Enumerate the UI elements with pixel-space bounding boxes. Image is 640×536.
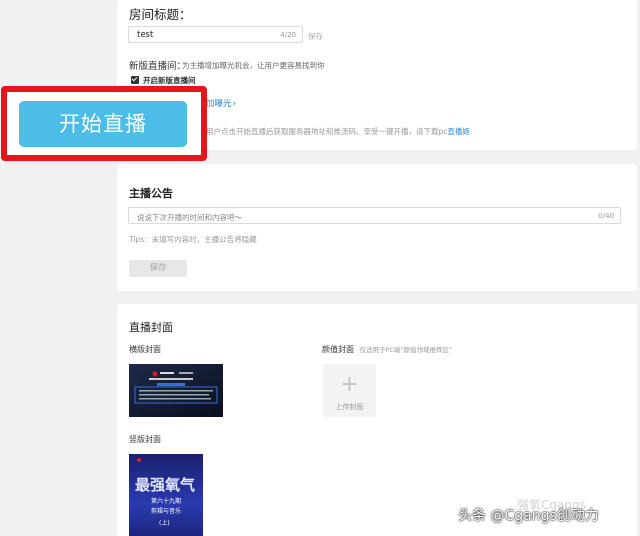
room-title-value: test [137, 30, 154, 40]
upload-cover-button[interactable]: + 上传封面 [323, 364, 376, 417]
announcement-count: 0/40 [598, 212, 614, 220]
start-help-text: 用户点击开始直播后获取服务器地址和推流码。享受一键开播，请下载pc直播姬 [206, 126, 470, 137]
plus-icon: + [340, 372, 359, 397]
beauty-cover-title: 颜值封面 [322, 345, 354, 354]
vertical-cover-image[interactable]: 最强氧气 第六十九期 剪辑与音乐 (上) [129, 454, 203, 536]
live-app-link[interactable]: 直播姬 [447, 127, 470, 136]
announcement-tips: Tips：未填写内容时，主播公告将隐藏 [129, 235, 257, 244]
room-title-label: 房间标题： [129, 7, 192, 22]
vertical-cover-art-sub1: 第六十九期 [151, 498, 182, 505]
room-title-save-link[interactable]: 保存 [308, 31, 323, 42]
horizontal-cover-image[interactable] [129, 364, 223, 417]
announcement-card: 主播公告 说说下次开播的时间和内容吧～ 0/40 Tips：未填写内容时，主播公… [117, 164, 637, 291]
cover-title: 直播封面 [129, 321, 173, 334]
announcement-input[interactable]: 说说下次开播的时间和内容吧～ 0/40 [128, 207, 621, 224]
vertical-cover-art-sub3: (上) [159, 520, 170, 527]
new-live-desc: 为主播增加曝光机会，让用户更容易找到你 [182, 61, 325, 70]
announcement-save-button[interactable]: 保存 [129, 260, 187, 277]
beauty-cover-label: 颜值封面 仅适用于PC端"颜值领域推荐区" [322, 344, 452, 355]
chevron-right-icon: › [232, 99, 237, 109]
new-live-checkbox[interactable] [131, 76, 139, 84]
new-live-label: 新版直播间： [129, 61, 187, 72]
exposure-link-text: 加曝光 [206, 99, 232, 109]
watermark-main: 头条 @Cgangs创动力 [458, 508, 599, 524]
announcement-title: 主播公告 [129, 187, 173, 200]
vertical-cover-label: 竖版封面 [129, 435, 161, 444]
new-live-checkbox-label: 开启新版直播间 [143, 76, 196, 85]
room-title-count: 4/20 [280, 31, 296, 39]
start-help-prefix: 用户点击开始直播后获取服务器地址和推流码。享受一键开播，请下载pc [206, 127, 448, 136]
exposure-link[interactable]: 加曝光› [206, 97, 236, 109]
room-title-input[interactable]: test 4/20 [128, 26, 303, 43]
announcement-placeholder: 说说下次开播的时间和内容吧～ [137, 213, 242, 222]
vertical-cover-art-title: 最强氧气 [135, 476, 196, 494]
beauty-cover-note: 仅适用于PC端"颜值领域推荐区" [359, 346, 452, 354]
upload-cover-label: 上传封面 [335, 403, 364, 411]
horizontal-cover-art [129, 364, 223, 417]
vertical-cover-art-sub2: 剪辑与音乐 [151, 508, 182, 515]
logo-dot-icon [137, 458, 141, 462]
start-live-button[interactable]: 开始直播 [19, 101, 187, 147]
horizontal-cover-label: 横版封面 [129, 345, 161, 354]
